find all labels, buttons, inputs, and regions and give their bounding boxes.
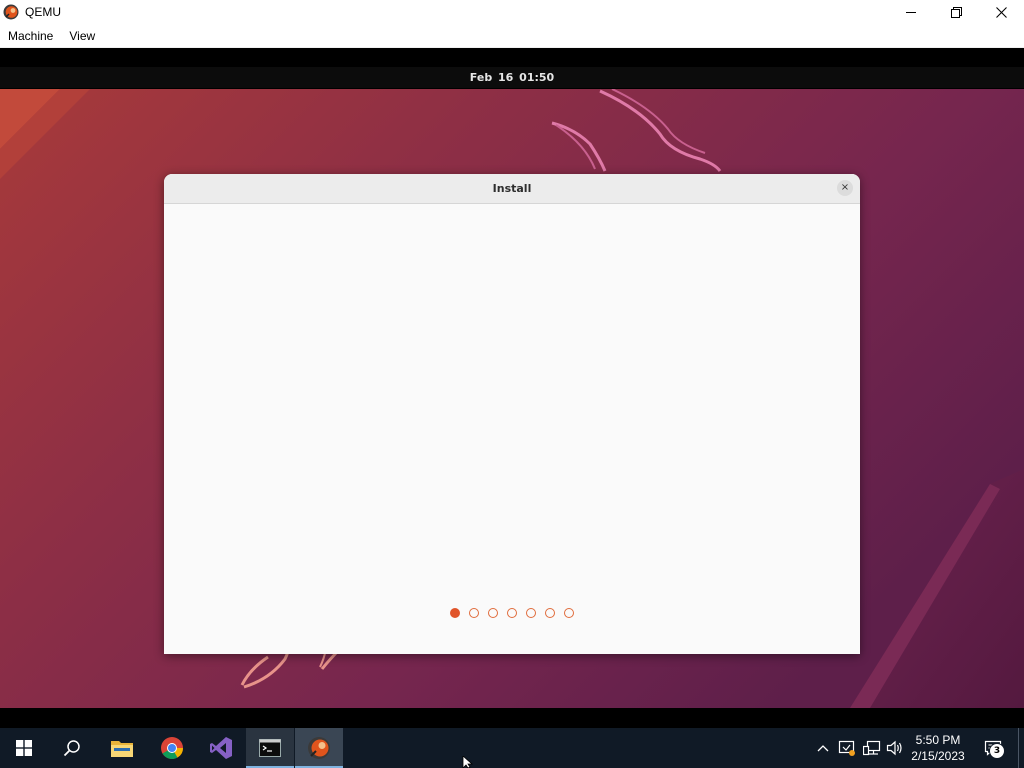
taskbar-clock[interactable]: 5:50 PM 2/15/2023	[906, 732, 970, 764]
close-button[interactable]	[979, 0, 1024, 24]
qemu-titlebar: QEMU	[0, 0, 1024, 24]
window-title: QEMU	[25, 5, 61, 19]
volume-tray-button[interactable]	[884, 728, 906, 768]
qemu-taskbar-button[interactable]	[295, 728, 343, 768]
minimize-button[interactable]	[889, 0, 934, 24]
file-explorer-icon	[111, 741, 133, 757]
close-icon	[996, 6, 1007, 18]
windows-security-icon	[838, 740, 855, 756]
restore-button[interactable]	[934, 0, 979, 24]
qemu-app-icon	[3, 4, 19, 20]
action-center-button[interactable]: 3	[978, 728, 1008, 768]
search-icon	[63, 740, 80, 757]
step-indicator	[164, 608, 860, 618]
clock-date: 2/15/2023	[911, 749, 965, 763]
file-explorer-button[interactable]	[98, 728, 146, 768]
windows-start-icon	[16, 740, 32, 756]
guest-bottom-border	[0, 708, 1024, 728]
search-button[interactable]	[48, 728, 96, 768]
step-dot-6	[545, 608, 555, 618]
chrome-button[interactable]	[148, 728, 196, 768]
step-dot-2	[469, 608, 479, 618]
step-dot-4	[507, 608, 517, 618]
show-hidden-icons-button[interactable]	[814, 728, 832, 768]
qemu-menubar: Machine View	[0, 24, 1024, 48]
menu-machine[interactable]: Machine	[0, 29, 61, 43]
menu-view[interactable]: View	[61, 29, 103, 43]
network-tray-button[interactable]	[861, 728, 883, 768]
windows-taskbar: 5:50 PM 2/15/2023 3	[0, 728, 1024, 768]
step-dot-5	[526, 608, 536, 618]
install-dialog: Install ×	[164, 174, 860, 654]
terminal-icon	[259, 739, 281, 757]
gnome-top-bar: Feb 16 01:50	[0, 67, 1024, 88]
chrome-icon	[161, 737, 183, 759]
notification-count-badge: 3	[989, 743, 1005, 759]
terminal-button[interactable]	[246, 728, 294, 768]
qemu-icon	[308, 737, 330, 759]
install-dialog-header: Install ×	[164, 174, 860, 204]
gnome-clock[interactable]: Feb 16 01:50	[470, 71, 554, 84]
volume-icon	[886, 740, 902, 756]
step-dot-3	[488, 608, 498, 618]
clock-time: 5:50 PM	[915, 733, 961, 747]
mouse-cursor-icon	[462, 756, 474, 768]
visual-studio-button[interactable]	[197, 728, 245, 768]
show-desktop-divider	[1018, 728, 1019, 768]
start-button[interactable]	[0, 728, 48, 768]
install-dialog-title: Install	[492, 182, 532, 195]
dialog-close-button[interactable]: ×	[837, 180, 853, 196]
guest-display[interactable]: Feb 16 01:50 Install ×	[0, 48, 1024, 728]
restore-icon	[951, 6, 962, 18]
step-dot-7	[564, 608, 574, 618]
security-tray-button[interactable]	[836, 728, 858, 768]
visual-studio-icon	[210, 737, 232, 759]
close-icon: ×	[840, 182, 850, 193]
chevron-up-icon	[817, 745, 829, 752]
network-icon	[863, 740, 881, 756]
minimize-icon	[906, 11, 916, 13]
step-dot-1	[450, 608, 460, 618]
